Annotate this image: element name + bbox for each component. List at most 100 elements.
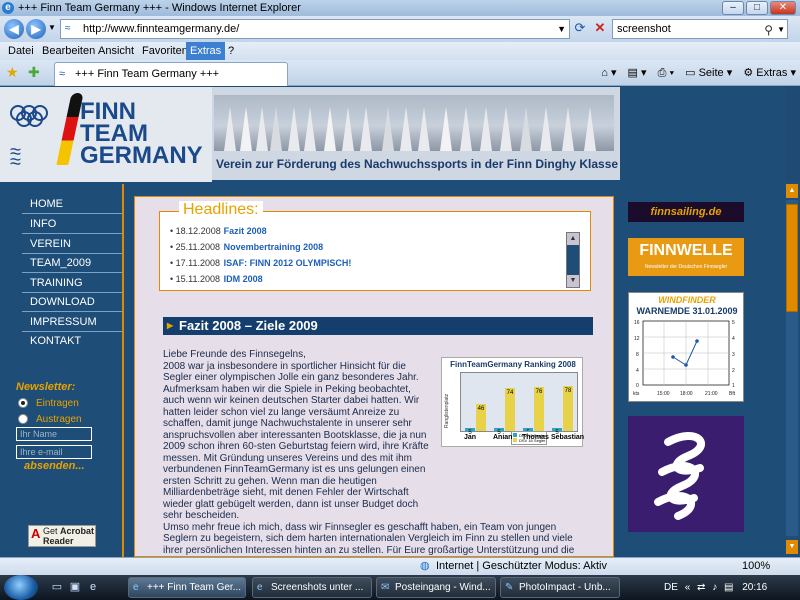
add-favorite-icon[interactable]: ✚ <box>28 64 40 81</box>
scroll-up-icon[interactable]: ▲ <box>567 233 579 245</box>
scroll-up-icon[interactable]: ▲ <box>786 184 798 198</box>
nav-impressum[interactable]: IMPRESSUM <box>22 312 122 332</box>
site-logo[interactable]: FINN TEAM GERMANY ≈ ≈ <box>0 87 212 182</box>
newsletter-email-input[interactable]: Ihre e-mail <box>16 445 92 459</box>
close-button[interactable]: ✕ <box>770 1 796 15</box>
headline-item[interactable]: • 25.11.2008 Novembertraining 2008 <box>170 242 323 252</box>
maximize-button[interactable]: □ <box>746 1 768 15</box>
refresh-icon[interactable]: ⟳ <box>572 20 588 38</box>
forward-button[interactable]: ▶ <box>26 19 46 39</box>
language-indicator[interactable]: DE <box>664 582 678 593</box>
site-header: FINN TEAM GERMANY ≈ ≈ Verein zur Förderun… <box>0 87 786 182</box>
ie-quicklaunch-icon[interactable]: e <box>86 580 100 594</box>
radio-eintragen[interactable] <box>18 398 28 408</box>
finnsailing-banner[interactable]: finnsailing.de <box>628 202 744 222</box>
menu-datei[interactable]: Datei <box>4 42 38 60</box>
finn-class-logo[interactable] <box>628 416 744 532</box>
start-button[interactable] <box>4 575 38 600</box>
address-dropdown-icon[interactable]: ▼ <box>557 20 566 38</box>
taskbar-item-photoimpact[interactable]: ✎ PhotoImpact - Unb... <box>500 577 620 598</box>
radio-austragen[interactable] <box>18 414 28 424</box>
clock[interactable]: 20:16 <box>742 582 767 593</box>
acrobat-get-label: Get <box>43 526 58 536</box>
network-icon[interactable]: ⇄ <box>697 582 705 593</box>
taskbar-item-screenshots[interactable]: e Screenshots unter ... <box>252 577 372 598</box>
page-scrollbar[interactable]: ▲ ▼ <box>784 182 800 558</box>
tab-finn-team-germany[interactable]: ≈ +++ Finn Team Germany +++ <box>54 62 288 86</box>
headline-date: 17.11.2008 <box>175 258 221 268</box>
nav-verein[interactable]: VEREIN <box>22 234 122 254</box>
tools-menu[interactable]: ⚙ Extras ▾ <box>743 64 796 82</box>
tab-favicon-icon: ≈ <box>59 68 66 80</box>
headlines-box: • 18.12.2008 Fazit 2008 • 25.11.2008 Novem… <box>159 211 591 291</box>
home-icon[interactable]: ⌂ ▾ <box>601 64 616 82</box>
menu-extras[interactable]: Extras <box>186 42 226 60</box>
history-dropdown-icon[interactable]: ▼ <box>48 23 56 32</box>
menu-favoriten[interactable]: Favoriten <box>138 42 192 60</box>
nav-download[interactable]: DOWNLOAD <box>22 292 122 312</box>
menu-bearbeiten[interactable]: Bearbeiten <box>38 42 99 60</box>
acrobat-reader-badge[interactable]: A Get Acrobat Reader <box>28 525 96 547</box>
safely-remove-icon[interactable]: ▤ <box>724 582 733 593</box>
nav-team-2009[interactable]: TEAM_2009 <box>22 253 122 273</box>
nav-info[interactable]: INFO <box>22 214 122 234</box>
headline-title[interactable]: IDM 2008 <box>224 274 263 284</box>
windfinder-widget[interactable]: WINDFINDER WARNEMDE 31.01.2009 16 12 8 4… <box>628 292 744 402</box>
show-desktop-icon[interactable]: ▭ <box>50 580 64 594</box>
taskbar-item-ie[interactable]: e +++ Finn Team Ger... <box>128 577 246 598</box>
headlines-scrollbar[interactable]: ▲ ▼ <box>566 232 580 288</box>
headline-item[interactable]: • 17.11.2008 ISAF: FINN 2012 OLYMPISCH! <box>170 258 351 268</box>
ie-logo-icon: e <box>2 2 14 14</box>
chart-data-label: 78 <box>564 387 572 394</box>
zoom-level[interactable]: 100% <box>742 558 770 575</box>
chart-category-label: Thomas <box>522 434 549 441</box>
taskbar-item-mail[interactable]: ✉ Posteingang - Wind... <box>376 577 496 598</box>
menu-help[interactable]: ? <box>224 42 238 60</box>
window-title: +++ Finn Team Germany +++ - Windows Inte… <box>18 2 301 14</box>
headline-item[interactable]: • 18.12.2008 Fazit 2008 <box>170 226 267 236</box>
switch-windows-icon[interactable]: ▣ <box>68 580 82 594</box>
radio-austragen-label: Austragen <box>36 414 82 425</box>
search-dropdown-icon[interactable]: ▼ <box>777 21 785 39</box>
print-icon[interactable]: ⎙ ▾ <box>658 64 674 82</box>
nav-kontakt[interactable]: KONTAKT <box>22 331 122 351</box>
minimize-button[interactable]: – <box>722 1 744 15</box>
finnwelle-banner[interactable]: FINNWELLE Newsletter der Deutschen Finns… <box>628 238 744 276</box>
address-bar[interactable]: ≈ http://www.finnteamgermany.de/ ▼ <box>60 19 570 39</box>
scroll-down-icon[interactable]: ▼ <box>786 540 798 554</box>
scroll-down-icon[interactable]: ▼ <box>567 275 579 287</box>
nav-training[interactable]: TRAINING <box>22 273 122 293</box>
newsletter-name-input[interactable]: Ihr Name <box>16 427 92 441</box>
search-input[interactable]: screenshot ⚲ ▼ <box>612 19 788 39</box>
headline-title[interactable]: Novembertraining 2008 <box>224 242 324 252</box>
feeds-icon[interactable]: ▤ ▾ <box>628 64 647 82</box>
chart-category-label: Jan <box>464 434 477 441</box>
search-icon[interactable]: ⚲ <box>764 21 773 39</box>
headlines-title: Headlines: <box>179 201 263 219</box>
wf-right-tick: 1 <box>732 383 735 389</box>
menu-ansicht[interactable]: Ansicht <box>94 42 138 60</box>
newsletter-submit-link[interactable]: absenden... <box>24 460 85 472</box>
headline-title[interactable]: ISAF: FINN 2012 OLYMPISCH! <box>224 258 352 268</box>
favorites-star-icon[interactable]: ★ <box>6 64 19 81</box>
system-tray: DE « ⇄ ♪ ▤ 20:16 <box>660 575 800 600</box>
content-panel: • 18.12.2008 Fazit 2008 • 25.11.2008 Novem… <box>134 196 614 557</box>
radio-eintragen-label: Eintragen <box>36 398 79 409</box>
volume-icon[interactable]: ♪ <box>712 582 717 593</box>
page-menu[interactable]: ▭ Seite ▾ <box>685 64 732 82</box>
wf-unit-bft: Bft <box>729 391 736 397</box>
page-icon: ▭ <box>685 67 699 79</box>
stop-icon[interactable]: ✕ <box>592 20 608 38</box>
menu-bar: Datei Bearbeiten Ansicht Favoriten Extra… <box>0 42 800 60</box>
wf-left-tick: 8 <box>636 352 639 358</box>
security-zone[interactable]: Internet | Geschützter Modus: Aktiv <box>436 558 607 575</box>
status-bar: ◍ Internet | Geschützter Modus: Aktiv 10… <box>0 557 800 575</box>
chart-title: FinnTeamGermany Ranking 2008 <box>450 360 576 369</box>
scroll-thumb[interactable] <box>786 204 798 312</box>
back-button[interactable]: ◀ <box>4 19 24 39</box>
headline-title[interactable]: Fazit 2008 <box>224 226 267 236</box>
nav-home[interactable]: HOME <box>22 194 122 214</box>
headline-item[interactable]: • 15.11.2008 IDM 2008 <box>170 274 263 284</box>
wf-time: 18:00 <box>680 391 693 397</box>
tray-chevron-icon[interactable]: « <box>685 582 691 593</box>
